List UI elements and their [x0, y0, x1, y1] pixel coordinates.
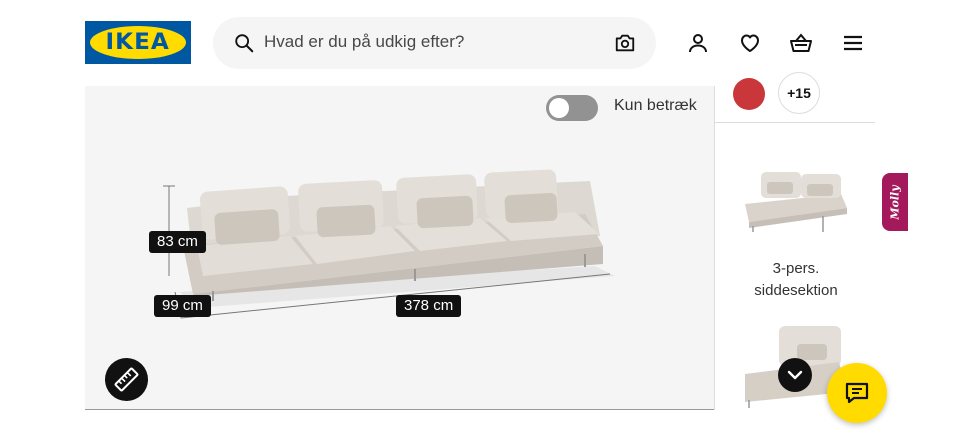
product-label[interactable]: 3-pers. siddesektion [753, 258, 839, 302]
color-swatch-red[interactable] [733, 78, 765, 110]
scroll-down-button[interactable] [778, 358, 812, 392]
depth-dimension-label: 99 cm [154, 295, 211, 317]
ikea-logo[interactable]: IKEA [85, 21, 191, 64]
width-dimension-label: 378 cm [396, 295, 462, 317]
product-thumbnail-section[interactable] [741, 164, 851, 234]
ruler-icon [114, 367, 139, 392]
more-colors-button[interactable]: +15 [778, 72, 820, 114]
molly-assistant-tab[interactable]: Molly [882, 173, 908, 231]
search-bar[interactable]: Hvad er du på udkig efter? [213, 17, 656, 69]
product-image-viewer[interactable]: Kun betræk 83 cm 99 cm 378 cm [85, 86, 714, 410]
molly-label: Molly [888, 184, 902, 220]
search-input[interactable]: Hvad er du på udkig efter? [264, 32, 464, 52]
chat-icon [845, 382, 869, 404]
search-icon[interactable] [233, 32, 255, 54]
chat-button[interactable] [827, 363, 887, 423]
chevron-down-icon [787, 370, 803, 380]
logo-text: IKEA [105, 30, 171, 55]
divider [715, 122, 875, 123]
basket-icon[interactable] [789, 31, 813, 55]
user-icon[interactable] [686, 31, 710, 55]
heart-icon[interactable] [738, 31, 762, 55]
menu-icon[interactable] [841, 31, 865, 55]
height-dimension-label: 83 cm [149, 231, 206, 253]
measure-button[interactable] [105, 358, 148, 401]
product-options-panel: +15 3-pers. siddesektion [714, 72, 875, 410]
site-header: IKEA Hvad er du på udkig efter? [0, 0, 960, 86]
camera-icon[interactable] [614, 32, 636, 54]
